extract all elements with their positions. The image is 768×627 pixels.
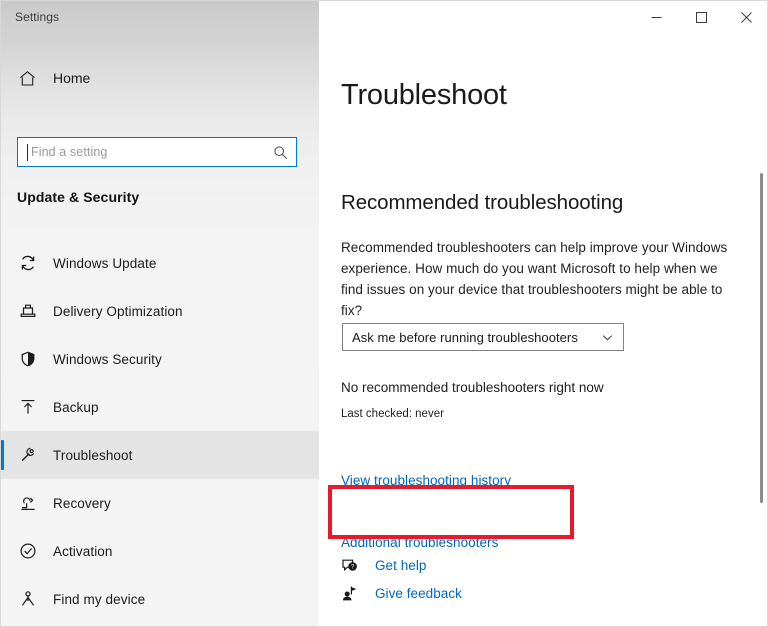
sidebar-item-activation[interactable]: Activation xyxy=(1,527,319,575)
chevron-down-icon xyxy=(601,331,614,344)
wrench-icon xyxy=(19,446,49,464)
title-bar: Settings xyxy=(1,1,767,33)
highlight-annotation-box xyxy=(328,485,574,539)
settings-window: Settings Home Find a setting Update & Se… xyxy=(0,0,768,627)
get-help-link[interactable]: ? Get help xyxy=(341,551,641,579)
sidebar-nav-list: Windows Update Delivery Optimization Win… xyxy=(1,239,319,626)
upload-arrow-icon xyxy=(19,398,49,416)
sidebar-item-label: Backup xyxy=(53,399,99,415)
home-icon xyxy=(19,70,49,87)
sidebar-item-find-my-device[interactable]: Find my device xyxy=(1,575,319,623)
search-input[interactable]: Find a setting xyxy=(17,137,297,167)
additional-troubleshooters-link[interactable]: Additional troubleshooters xyxy=(341,535,498,550)
search-placeholder: Find a setting xyxy=(31,145,108,159)
get-help-label: Get help xyxy=(375,557,427,573)
close-button[interactable] xyxy=(724,1,767,33)
scrollbar-thumb[interactable] xyxy=(760,173,763,503)
question-bubble-icon: ? xyxy=(341,557,371,574)
app-title: Settings xyxy=(15,10,60,24)
give-feedback-link[interactable]: Give feedback xyxy=(341,579,641,607)
give-feedback-label: Give feedback xyxy=(375,585,462,601)
sidebar-item-windows-update[interactable]: Windows Update xyxy=(1,239,319,287)
sidebar-item-label: Delivery Optimization xyxy=(53,303,183,319)
sidebar-item-recovery[interactable]: Recovery xyxy=(1,479,319,527)
sidebar-item-label: Find my device xyxy=(53,591,146,607)
sidebar-item-label: Troubleshoot xyxy=(53,447,133,463)
recommended-troubleshooting-dropdown[interactable]: Ask me before running troubleshooters xyxy=(342,323,624,351)
search-icon[interactable] xyxy=(273,145,288,165)
sidebar-item-label: Recovery xyxy=(53,495,111,511)
sidebar-item-troubleshoot[interactable]: Troubleshoot xyxy=(1,431,319,479)
sidebar-item-for-developers[interactable]: For developers xyxy=(1,623,319,626)
maximize-button[interactable] xyxy=(679,1,724,33)
section-body-text: Recommended troubleshooters can help imp… xyxy=(341,240,728,318)
refresh-icon xyxy=(19,254,49,272)
sidebar-item-label: Windows Update xyxy=(53,255,157,271)
svg-text:?: ? xyxy=(351,563,355,570)
selection-indicator xyxy=(1,440,4,470)
status-message: No recommended troubleshooters right now xyxy=(341,380,604,395)
location-person-icon xyxy=(19,590,49,608)
sidebar: Home Find a setting Update & Security Wi… xyxy=(1,33,319,626)
page-title: Troubleshoot xyxy=(341,79,507,111)
main-content: troubleshooter might help find and fix t… xyxy=(319,33,767,626)
sidebar-item-home[interactable]: Home xyxy=(1,61,319,95)
feedback-person-icon xyxy=(341,585,371,602)
sidebar-item-label: Windows Security xyxy=(53,351,162,367)
check-circle-icon xyxy=(19,542,49,560)
sidebar-item-delivery-optimization[interactable]: Delivery Optimization xyxy=(1,287,319,335)
dropdown-selected-value: Ask me before running troubleshooters xyxy=(352,329,578,345)
last-checked-text: Last checked: never xyxy=(341,408,444,420)
sidebar-item-backup[interactable]: Backup xyxy=(1,383,319,431)
sidebar-item-label: Activation xyxy=(53,543,113,559)
sidebar-item-windows-security[interactable]: Windows Security xyxy=(1,335,319,383)
sidebar-section-title: Update & Security xyxy=(17,189,140,205)
shield-icon xyxy=(19,350,49,368)
text-caret xyxy=(27,144,28,161)
section-heading-recommended: Recommended troubleshooting xyxy=(341,191,624,214)
scrollbar-track[interactable] xyxy=(756,33,767,626)
view-troubleshooting-history-link[interactable]: View troubleshooting history xyxy=(341,473,511,488)
footer-links: ? Get help Give feedback xyxy=(341,551,641,607)
window-controls xyxy=(634,1,767,33)
sidebar-item-home-label: Home xyxy=(53,70,91,86)
recovery-icon xyxy=(19,494,49,512)
delivery-icon xyxy=(19,302,49,320)
minimize-button[interactable] xyxy=(634,1,679,33)
